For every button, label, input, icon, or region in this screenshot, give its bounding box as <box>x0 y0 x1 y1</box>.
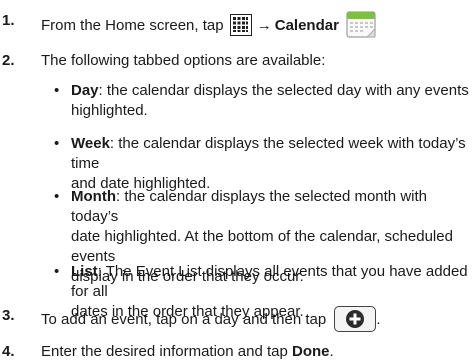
step-number: 4. <box>2 343 15 360</box>
step-number: 3. <box>2 307 15 324</box>
step-text: From the Home screen, tap → Calendar <box>41 11 470 38</box>
step-2-text: The following tabbed options are availab… <box>41 52 326 69</box>
step-3: 3. To add an event, tap on a day and the… <box>0 306 470 334</box>
instruction-page: 1. From the Home screen, tap →Calendar <box>0 0 474 364</box>
option-description: Day: the calendar displays the selected … <box>71 82 469 119</box>
step-1-text: From the Home screen, tap <box>41 17 224 34</box>
arrow-icon: → <box>256 17 272 34</box>
step-1: 1. From the Home screen, tap → Calendar <box>0 11 470 39</box>
step-number: 2. <box>2 52 15 69</box>
bullet: • <box>54 82 60 99</box>
option-term: Week <box>71 135 110 152</box>
step-4: 4. Enter the desired information and tap… <box>0 342 470 362</box>
option-term: Day <box>71 82 99 99</box>
bullet: • <box>54 135 60 152</box>
step-3-text: To add an event, tap on a day and then t… <box>41 311 327 328</box>
option-term: Month <box>71 188 116 205</box>
calendar-icon <box>346 11 376 38</box>
apps-grid-icon <box>229 14 252 36</box>
step-number: 1. <box>2 12 15 29</box>
bullet: • <box>54 263 60 280</box>
done-label: Done <box>292 343 330 360</box>
option-term: List <box>71 263 98 280</box>
step-2: 2. The following tabbed options are avai… <box>0 51 470 71</box>
step-4-text: Enter the desired information and tap <box>41 343 288 360</box>
add-event-button-icon <box>334 306 377 332</box>
bullet: • <box>54 188 60 205</box>
step-text: Enter the desired information and tap Do… <box>41 343 334 360</box>
option-description: Week: the calendar displays the selected… <box>71 135 466 192</box>
calendar-label: Calendar <box>274 17 339 34</box>
step-text: To add an event, tap on a day and then t… <box>41 306 470 332</box>
